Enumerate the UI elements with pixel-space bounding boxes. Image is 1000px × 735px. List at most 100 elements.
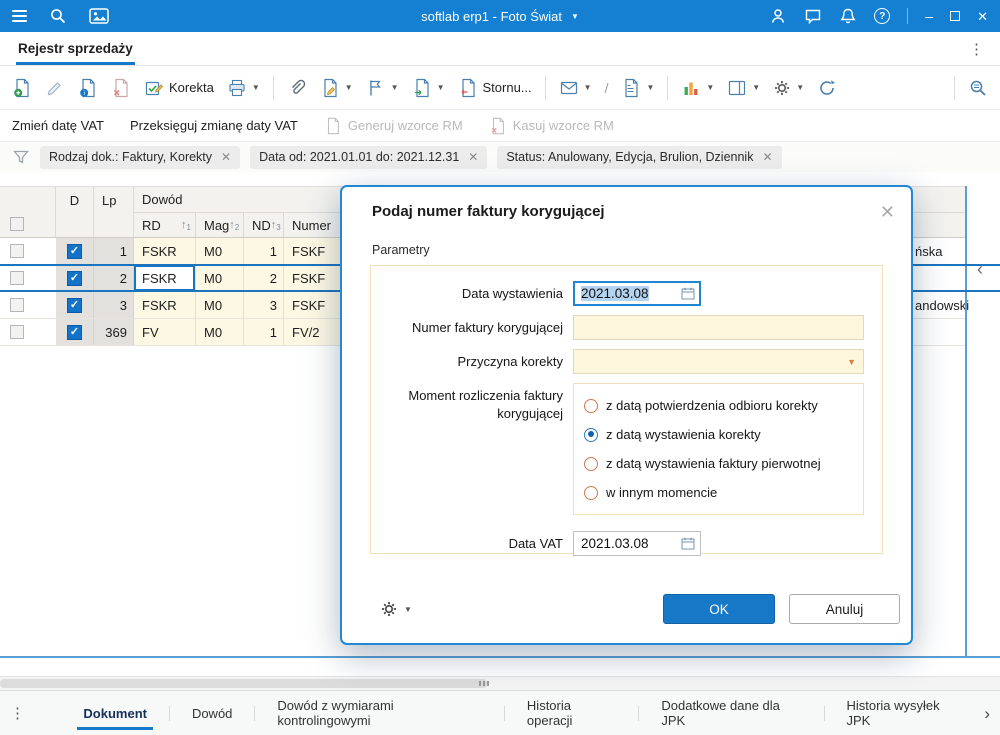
column-header-nd[interactable]: ND ↑3 — [244, 213, 284, 237]
tab-historia-wysylek-jpk[interactable]: Historia wysyłek JPK — [824, 691, 984, 735]
calendar-icon[interactable] — [681, 537, 695, 550]
numer-faktury-input[interactable] — [573, 315, 864, 340]
cell-d[interactable] — [56, 292, 94, 318]
generuj-wzorce-rm-button[interactable]: Generuj wzorce RM — [324, 117, 463, 135]
cell-nd[interactable]: 2 — [244, 265, 284, 291]
cell-mag[interactable]: M0 — [196, 238, 244, 264]
d-checkbox[interactable] — [67, 324, 82, 340]
storno-button[interactable]: Stornu... — [458, 78, 532, 98]
close-icon[interactable]: ✕ — [977, 10, 988, 23]
kasuj-wzorce-rm-button[interactable]: Kasuj wzorce RM — [489, 117, 614, 135]
horizontal-scrollbar[interactable] — [0, 676, 1000, 690]
minimize-icon[interactable]: – — [925, 9, 933, 23]
d-checkbox[interactable] — [67, 297, 82, 313]
row-select-cell[interactable] — [0, 265, 56, 291]
row-select-cell[interactable] — [0, 292, 56, 318]
edit-document-dropdown[interactable]: ▼ — [320, 78, 353, 98]
tab-rejestr-sprzedazy[interactable]: Rejestr sprzedaży — [16, 32, 135, 65]
scrollbar-thumb[interactable] — [0, 679, 487, 688]
radio-option-w-innym-momencie[interactable]: w innym momencie — [584, 482, 853, 503]
chat-icon[interactable] — [804, 7, 822, 25]
column-header-rd[interactable]: RD ↑1 — [134, 213, 196, 237]
cell-mag[interactable]: M0 — [196, 292, 244, 318]
column-header-d[interactable]: D — [56, 187, 94, 237]
bell-icon[interactable] — [839, 7, 857, 25]
tab-dodatkowe-dane-jpk[interactable]: Dodatkowe dane dla JPK — [639, 691, 823, 735]
radio-option-data-faktury-pierwotnej[interactable]: z datą wystawienia faktury pierwotnej — [584, 453, 853, 474]
edit-button[interactable] — [45, 78, 65, 98]
close-icon[interactable]: ✕ — [221, 151, 231, 163]
cell-mag[interactable]: M0 — [196, 319, 244, 345]
settings-dropdown[interactable]: ▼ — [773, 79, 804, 97]
cancel-button[interactable]: Anuluj — [789, 594, 900, 624]
cell-nd[interactable]: 1 — [244, 238, 284, 264]
cell-rd[interactable]: FSKR — [134, 265, 196, 291]
filter-chip-status[interactable]: Status: Anulowany, Edycja, Brulion, Dzie… — [497, 145, 782, 169]
cell-mag[interactable]: M0 — [196, 265, 244, 291]
search-icon[interactable] — [49, 7, 67, 25]
cell-nd[interactable]: 3 — [244, 292, 284, 318]
select-all-checkbox[interactable] — [10, 217, 24, 231]
chart-dropdown[interactable]: ▼ — [681, 78, 714, 98]
cell-rd[interactable]: FSKR — [134, 292, 196, 318]
cell-rd[interactable]: FSKR — [134, 238, 196, 264]
row-checkbox[interactable] — [10, 244, 24, 258]
grid-search-button[interactable] — [968, 78, 988, 98]
more-options-icon[interactable]: ⋮ — [969, 40, 984, 58]
row-checkbox[interactable] — [10, 271, 24, 285]
close-icon[interactable]: ✕ — [468, 151, 478, 163]
radio-option-potwierdzenie-odbioru[interactable]: z datą potwierdzenia odbioru korekty — [584, 395, 853, 416]
gallery-icon[interactable] — [89, 8, 109, 24]
radio-option-data-wystawienia-korekty[interactable]: z datą wystawienia korekty — [584, 424, 853, 445]
flag-dropdown[interactable]: ▼ — [366, 78, 399, 98]
export-dropdown[interactable]: ▼ — [621, 78, 654, 98]
filter-chip-rodzaj-dok[interactable]: Rodzaj dok.: Faktury, Korekty ✕ — [40, 145, 241, 169]
przeksieguj-zmiane-daty-vat-button[interactable]: Przeksięguj zmianę daty VAT — [130, 118, 298, 133]
layout-dropdown[interactable]: ▼ — [727, 78, 760, 98]
help-icon[interactable]: ? — [874, 8, 891, 24]
data-vat-input[interactable]: 2021.03.08 — [573, 531, 701, 556]
row-checkbox[interactable] — [10, 298, 24, 312]
new-document-button[interactable] — [12, 78, 32, 98]
column-header-lp[interactable]: Lp — [94, 187, 134, 237]
przyczyna-korekty-select[interactable]: ▼ — [573, 349, 864, 374]
delete-document-button[interactable] — [111, 78, 131, 98]
d-checkbox[interactable] — [67, 243, 82, 259]
more-options-icon[interactable]: ⋮ — [10, 704, 33, 722]
d-checkbox[interactable] — [67, 270, 82, 286]
row-select-cell[interactable] — [0, 238, 56, 264]
close-icon[interactable]: ✕ — [762, 151, 772, 163]
tab-historia-operacji[interactable]: Historia operacji — [505, 691, 638, 735]
forward-document-dropdown[interactable]: ▼ — [412, 78, 445, 98]
zmien-date-vat-button[interactable]: Zmień datę VAT — [12, 118, 104, 133]
splitter-grip-icon[interactable] — [479, 681, 489, 686]
maximize-icon[interactable] — [950, 11, 961, 21]
filter-icon[interactable] — [12, 148, 30, 166]
korekta-button[interactable]: Korekta — [144, 78, 214, 98]
window-title-group[interactable]: softlab erp1 - Foto Świat ▼ — [421, 9, 579, 24]
close-icon[interactable]: ✕ — [880, 203, 895, 221]
tab-dokument[interactable]: Dokument — [61, 691, 169, 735]
menu-icon[interactable] — [12, 10, 27, 22]
panel-splitter[interactable] — [965, 186, 967, 658]
row-select-cell[interactable] — [0, 319, 56, 345]
cell-d[interactable] — [56, 319, 94, 345]
collapse-panel-icon[interactable]: ‹ — [977, 260, 983, 278]
cell-lp[interactable]: 2 — [94, 265, 134, 291]
tab-dowod[interactable]: Dowód — [170, 691, 254, 735]
column-header-mag[interactable]: Mag ↑2 — [196, 213, 244, 237]
tab-dowod-z-wymiarami[interactable]: Dowód z wymiarami kontrolingowymi — [255, 691, 504, 735]
data-wystawienia-input[interactable]: 2021.03.08 — [573, 281, 701, 306]
calendar-icon[interactable] — [681, 287, 695, 300]
user-icon[interactable] — [769, 7, 787, 25]
cell-rd[interactable]: FV — [134, 319, 196, 345]
filter-chip-data[interactable]: Data od: 2021.01.01 do: 2021.12.31 ✕ — [250, 145, 488, 169]
document-info-button[interactable]: i — [78, 78, 98, 98]
cell-d[interactable] — [56, 265, 94, 291]
cell-lp[interactable]: 369 — [94, 319, 134, 345]
cell-d[interactable] — [56, 238, 94, 264]
print-dropdown[interactable]: ▼ — [227, 78, 260, 98]
refresh-button[interactable] — [817, 78, 837, 98]
cell-lp[interactable]: 1 — [94, 238, 134, 264]
row-checkbox[interactable] — [10, 325, 24, 339]
